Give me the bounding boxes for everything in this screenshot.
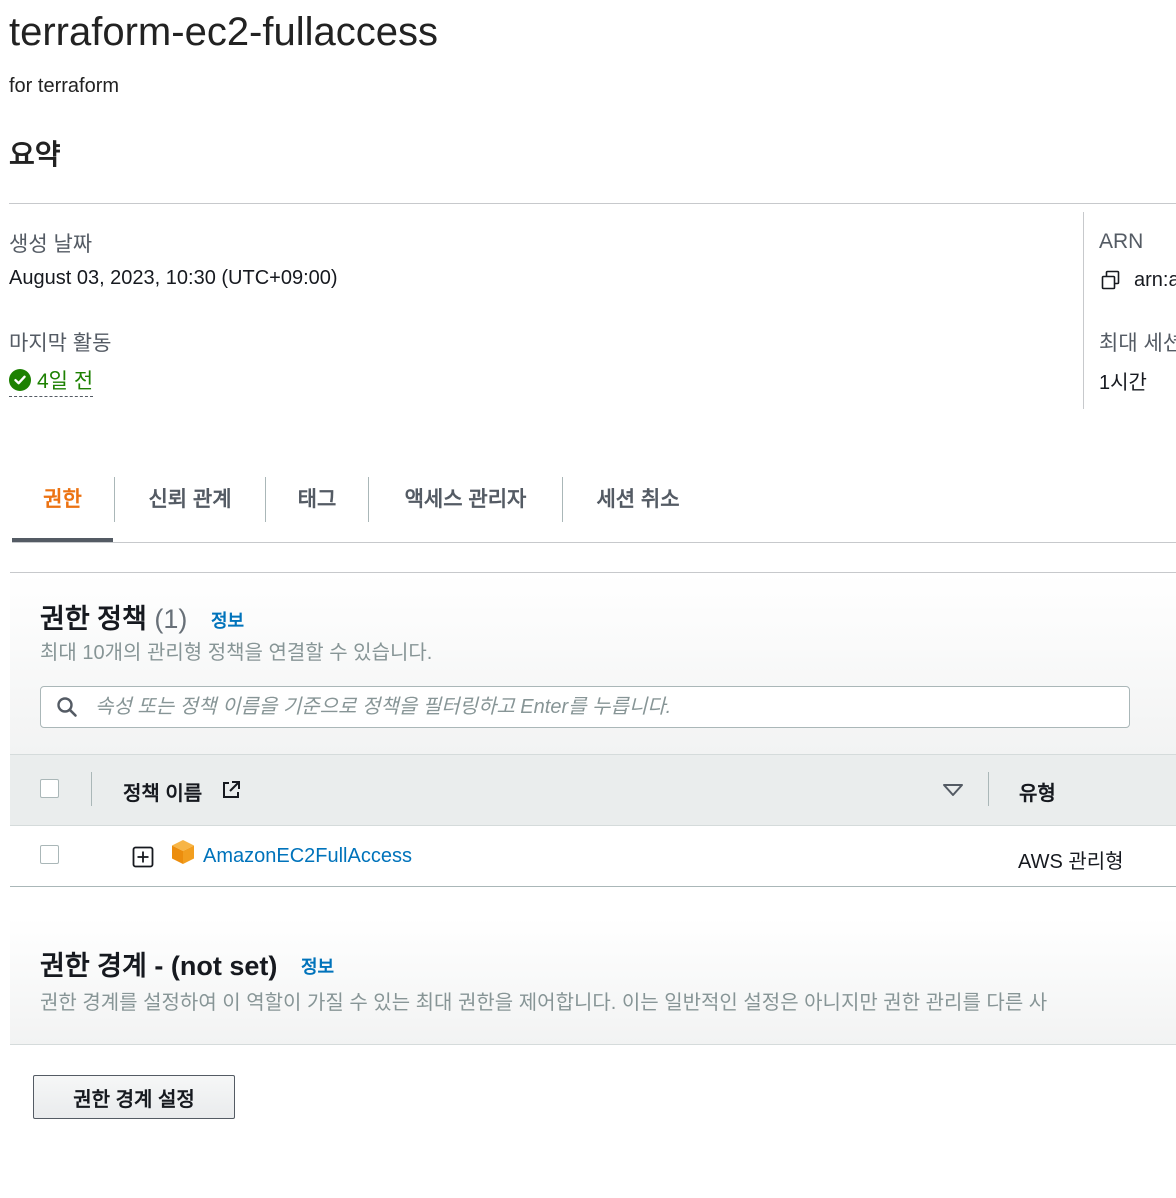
last-activity-text: 4일 전 bbox=[37, 370, 94, 393]
copy-icon[interactable] bbox=[1099, 268, 1123, 297]
tab-tags[interactable]: 태그 bbox=[266, 477, 368, 519]
select-all-checkbox[interactable] bbox=[40, 779, 59, 798]
tab-revoke-sessions[interactable]: 세션 취소 bbox=[563, 477, 713, 519]
arn-label: ARN bbox=[1099, 230, 1144, 253]
tabs-divider bbox=[12, 542, 1176, 543]
external-link-icon[interactable] bbox=[219, 778, 243, 807]
summary-heading: 요약 bbox=[9, 139, 61, 170]
tab-access-advisor[interactable]: 액세스 관리자 bbox=[369, 477, 562, 519]
expand-plus-icon[interactable] bbox=[132, 846, 154, 873]
sort-caret-down-icon[interactable] bbox=[941, 780, 965, 805]
column-header-policy-name[interactable]: 정책 이름 bbox=[123, 777, 202, 806]
last-activity-label: 마지막 활동 bbox=[9, 332, 112, 355]
role-details-page: terraform-ec2-fullaccess for terraform 요… bbox=[0, 0, 1176, 1198]
policy-search-box[interactable] bbox=[40, 686, 1130, 728]
tab-trust-relationships[interactable]: 신뢰 관계 bbox=[115, 477, 265, 519]
permissions-boundary-title: 권한 경계 - (not set) bbox=[40, 951, 278, 981]
search-icon bbox=[41, 695, 93, 719]
aws-managed-cube-icon bbox=[171, 839, 195, 870]
permissions-info-link[interactable]: 정보 bbox=[211, 607, 244, 633]
last-activity-value[interactable]: 4일 전 bbox=[9, 365, 94, 397]
summary-divider bbox=[9, 203, 1176, 204]
policy-name-link[interactable]: AmazonEC2FullAccess bbox=[203, 845, 412, 868]
permissions-policies-title: 권한 정책 (1) bbox=[40, 597, 187, 636]
column-header-type[interactable]: 유형 bbox=[1019, 777, 1056, 806]
summary-column-divider bbox=[1083, 212, 1084, 409]
permissions-subtitle: 최대 10개의 관리형 정책을 연결할 수 있습니다. bbox=[40, 642, 433, 664]
column-divider bbox=[988, 772, 989, 806]
boundary-info-link[interactable]: 정보 bbox=[301, 953, 334, 979]
policy-type-cell: AWS 관리형 bbox=[1018, 851, 1124, 873]
check-circle-icon bbox=[9, 369, 31, 391]
max-session-value: 1시간 bbox=[1099, 372, 1147, 394]
permissions-boundary-description: 권한 경계를 설정하여 이 역할이 가질 수 있는 최대 권한을 제어합니다. … bbox=[40, 992, 1048, 1014]
policy-search-input[interactable] bbox=[93, 694, 1129, 720]
row-checkbox[interactable] bbox=[40, 845, 59, 864]
created-date-label: 생성 날짜 bbox=[9, 233, 93, 256]
policy-count: (1) bbox=[154, 604, 188, 634]
max-session-label: 최대 세션 bbox=[1099, 332, 1176, 355]
column-divider bbox=[91, 772, 92, 806]
page-title: terraform-ec2-fullaccess bbox=[9, 10, 439, 54]
created-date-value: August 03, 2023, 10:30 (UTC+09:00) bbox=[9, 267, 338, 289]
permissions-policies-title-text: 권한 정책 bbox=[40, 604, 147, 634]
role-description: for terraform bbox=[9, 75, 120, 97]
tab-permissions[interactable]: 권한 bbox=[12, 477, 113, 519]
set-permissions-boundary-button[interactable]: 권한 경계 설정 bbox=[33, 1075, 235, 1119]
arn-value: arn:a bbox=[1134, 269, 1176, 291]
